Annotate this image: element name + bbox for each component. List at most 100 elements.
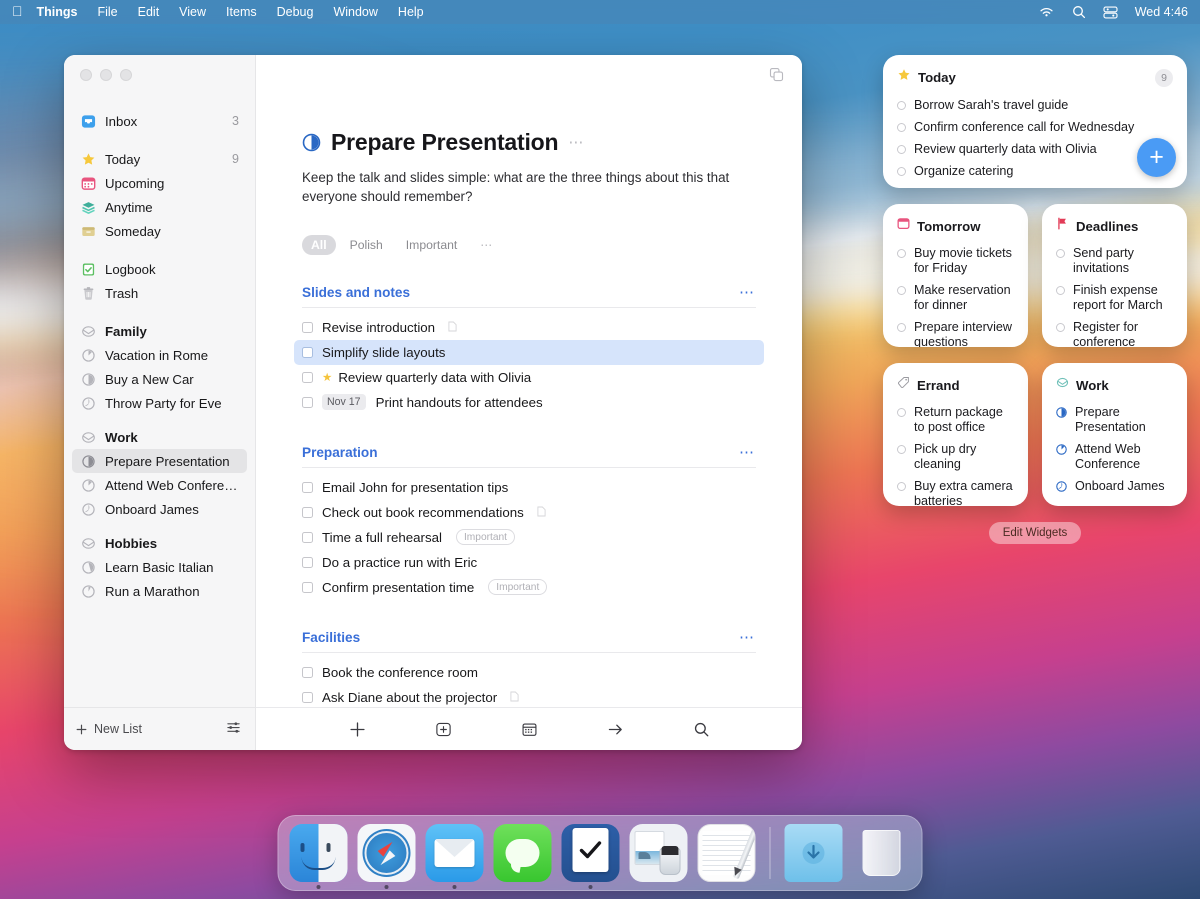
sidebar-item-learn-basic-italian[interactable]: Learn Basic Italian <box>72 555 247 579</box>
menu-things[interactable]: Things <box>37 5 78 19</box>
tag-filter-polish[interactable]: Polish <box>341 235 392 255</box>
widget-list-item[interactable]: Onboard James <box>1056 475 1173 497</box>
tag-filter-all[interactable]: All <box>302 234 336 255</box>
task-row[interactable]: Time a full rehearsal Important <box>294 525 764 550</box>
widget-list-item[interactable]: Prepare interview questions <box>897 316 1014 347</box>
widget-list-item[interactable]: Register for conference <box>1056 316 1173 347</box>
duplicate-icon[interactable] <box>769 67 784 87</box>
task-row[interactable]: Book the conference room <box>294 660 764 685</box>
widget-list-item[interactable]: Attend Web Conference <box>1056 438 1173 475</box>
sidebar-item-someday[interactable]: Someday <box>72 219 247 243</box>
task-checkbox[interactable] <box>897 166 906 176</box>
search-icon[interactable] <box>689 717 713 741</box>
new-list-button[interactable]: New List <box>76 722 142 736</box>
menu-view[interactable]: View <box>179 5 206 19</box>
task-checkbox[interactable] <box>897 144 906 154</box>
dock-item-trash[interactable] <box>853 824 911 882</box>
task-row[interactable]: Do a practice run with Eric <box>294 550 764 575</box>
task-row[interactable]: Email John for presentation tips <box>294 475 764 500</box>
widget-today[interactable]: Today 9 Borrow Sarah's travel guide Conf… <box>883 55 1187 188</box>
when-calendar-icon[interactable] <box>517 717 541 741</box>
sidebar-item-throw-party-for-eve[interactable]: Throw Party for Eve <box>72 391 247 415</box>
widget-list-item[interactable]: Pick up dry cleaning <box>897 438 1014 475</box>
task-checkbox[interactable] <box>897 444 906 454</box>
edit-widgets-button[interactable]: Edit Widgets <box>988 522 1082 544</box>
dock-item-notes[interactable] <box>697 824 756 882</box>
project-content[interactable]: Prepare Presentation ⋯ Keep the talk and… <box>256 99 802 707</box>
widget-list-item[interactable]: Buy extra camera batteries <box>897 475 1014 506</box>
widget-list-item[interactable]: Finish expense report for March <box>1056 279 1173 316</box>
task-row[interactable]: Check out book recommendations <box>294 500 764 525</box>
sidebar-item-onboard-james[interactable]: Onboard James <box>72 497 247 521</box>
task-row[interactable]: Ask Diane about the projector <box>294 685 764 707</box>
task-checkbox[interactable] <box>897 481 906 491</box>
task-row[interactable]: Simplify slide layouts <box>294 339 764 365</box>
tag-filter-important[interactable]: Important <box>397 235 466 255</box>
widget-list-item[interactable]: Organize catering <box>897 160 1173 182</box>
sidebar-item-today[interactable]: Today 9 <box>72 147 247 171</box>
task-row[interactable]: ★ Review quarterly data with Olivia <box>294 365 764 390</box>
task-checkbox[interactable] <box>897 322 906 332</box>
project-menu-icon[interactable]: ⋯ <box>568 135 585 150</box>
widget-list-item[interactable]: Prepare Presentation <box>1056 401 1173 438</box>
dock-item-mail[interactable] <box>425 824 484 889</box>
task-checkbox[interactable] <box>897 100 906 110</box>
widget-list-item[interactable]: Review quarterly data with Olivia <box>897 138 1173 160</box>
widget-list-item[interactable]: Make reservation for dinner <box>897 279 1014 316</box>
sidebar-item-trash[interactable]: Trash <box>72 281 247 305</box>
control-center-icon[interactable] <box>1103 4 1119 20</box>
task-checkbox[interactable] <box>897 407 906 417</box>
apple-logo-icon[interactable]:  <box>12 4 23 18</box>
section-menu-icon[interactable]: ⋯ <box>739 285 756 300</box>
minimize-button[interactable] <box>100 69 112 81</box>
widget-list-item[interactable]: Buy movie tickets for Friday <box>897 242 1014 279</box>
task-row[interactable]: Nov 17 Print handouts for attendees <box>294 390 764 415</box>
project-note[interactable]: Keep the talk and slides simple: what ar… <box>302 168 742 207</box>
widget-list-item[interactable]: Send party invitations <box>1056 242 1173 279</box>
menubar-clock[interactable]: Wed 4:46 <box>1135 5 1188 19</box>
widget-list-item[interactable]: Confirm conference call for Wednesday <box>897 116 1173 138</box>
task-row[interactable]: Confirm presentation time Important <box>294 575 764 600</box>
new-heading-icon[interactable] <box>431 717 455 741</box>
menu-items[interactable]: Items <box>226 5 257 19</box>
widget-list-item[interactable]: Return package to post office <box>897 401 1014 438</box>
task-checkbox[interactable] <box>302 666 313 678</box>
section-menu-icon[interactable]: ⋯ <box>739 445 756 460</box>
menu-edit[interactable]: Edit <box>138 5 160 19</box>
widget-errand[interactable]: Errand Return package to post office Pic… <box>883 363 1028 506</box>
task-row[interactable]: Revise introduction <box>294 315 764 340</box>
sidebar-item-upcoming[interactable]: Upcoming <box>72 171 247 195</box>
project-pie-icon[interactable] <box>302 133 321 152</box>
task-checkbox[interactable] <box>897 248 906 258</box>
task-checkbox[interactable] <box>302 506 313 518</box>
section-menu-icon[interactable]: ⋯ <box>739 630 756 645</box>
task-checkbox[interactable] <box>302 481 313 493</box>
task-checkbox[interactable] <box>302 321 313 333</box>
task-checkbox[interactable] <box>1056 248 1065 258</box>
dock-item-things[interactable] <box>561 824 620 889</box>
close-button[interactable] <box>80 69 92 81</box>
widget-tomorrow[interactable]: Tomorrow Buy movie tickets for Friday Ma… <box>883 204 1028 347</box>
dock-item-messages[interactable] <box>493 824 552 882</box>
menu-file[interactable]: File <box>97 5 117 19</box>
dock-item-safari[interactable] <box>357 824 416 889</box>
task-checkbox[interactable] <box>302 531 313 543</box>
wifi-icon[interactable] <box>1039 4 1055 20</box>
task-checkbox[interactable] <box>302 556 313 568</box>
sidebar-item-anytime[interactable]: Anytime <box>72 195 247 219</box>
menu-help[interactable]: Help <box>398 5 424 19</box>
sidebar-item-attend-web-conference[interactable]: Attend Web Conference <box>72 473 247 497</box>
sidebar-item-work[interactable]: Work <box>72 425 247 449</box>
dock-item-photos[interactable] <box>629 824 688 882</box>
sidebar-item-hobbies[interactable]: Hobbies <box>72 531 247 555</box>
dock-item-finder[interactable] <box>289 824 348 889</box>
task-checkbox[interactable] <box>897 285 906 295</box>
menu-debug[interactable]: Debug <box>277 5 314 19</box>
menu-window[interactable]: Window <box>333 5 377 19</box>
task-checkbox[interactable] <box>302 691 313 703</box>
widget-deadlines[interactable]: Deadlines Send party invitations Finish … <box>1042 204 1187 347</box>
widget-list-item[interactable]: Borrow Sarah's travel guide <box>897 94 1173 116</box>
move-arrow-icon[interactable] <box>603 717 627 741</box>
sidebar-item-vacation-in-rome[interactable]: Vacation in Rome <box>72 343 247 367</box>
task-checkbox[interactable] <box>1056 322 1065 332</box>
